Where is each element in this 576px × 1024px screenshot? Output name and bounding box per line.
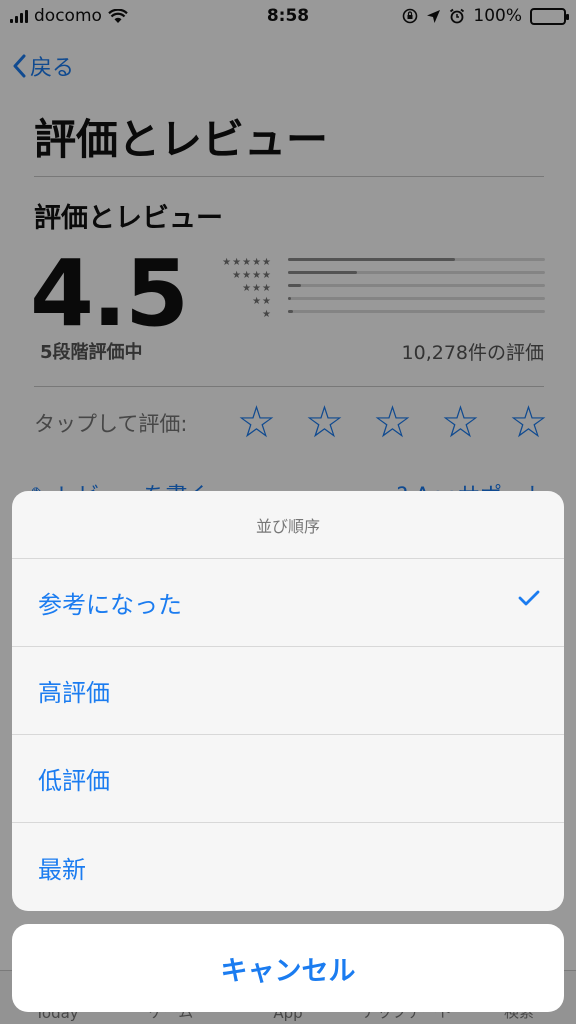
sort-option-label: 最新 [38, 855, 86, 884]
sort-option-label: 低評価 [38, 767, 110, 795]
sort-option-newest[interactable]: 最新 [12, 823, 564, 911]
sort-option-label: 参考になった [38, 591, 182, 619]
cancel-button[interactable]: キャンセル [12, 924, 564, 1012]
checkmark-icon [518, 590, 540, 606]
sort-action-sheet: 並び順序 参考になった 高評価 低評価 最新 [12, 491, 564, 911]
sort-option-most-helpful[interactable]: 参考になった [12, 559, 564, 647]
sort-option-label: 高評価 [38, 679, 110, 707]
sort-option-highest-rating[interactable]: 高評価 [12, 647, 564, 735]
sort-option-lowest-rating[interactable]: 低評価 [12, 735, 564, 823]
action-sheet-title: 並び順序 [12, 491, 564, 559]
